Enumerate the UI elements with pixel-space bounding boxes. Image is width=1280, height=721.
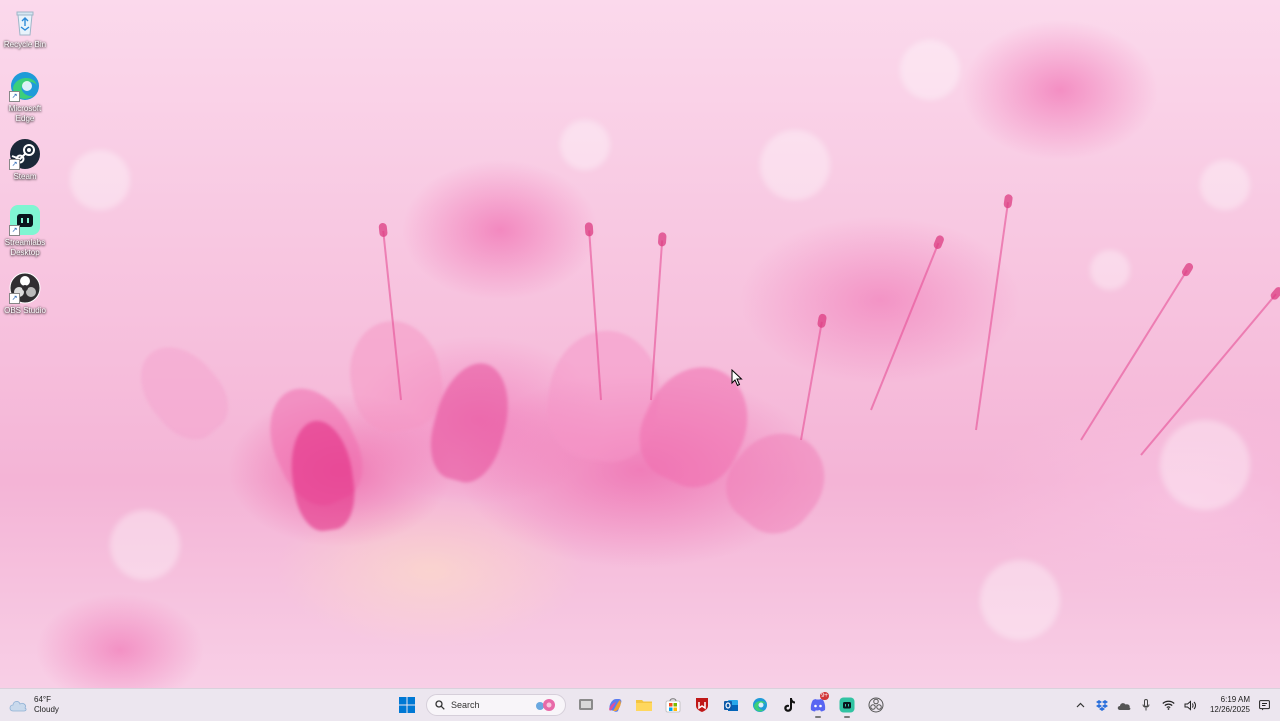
weather-temperature: 64°F <box>34 695 51 704</box>
desktop-icon-label: Recycle Bin <box>3 40 47 49</box>
obs-taskbar-button[interactable] <box>862 691 889 719</box>
taskbar: 64°F Cloudy Search 9+ 6:19 AM 12/26/2025 <box>0 688 1280 721</box>
onedrive-icon <box>1117 702 1131 710</box>
speaker-icon <box>1184 699 1196 711</box>
notification-icon <box>1258 699 1270 710</box>
outlook-icon <box>723 700 738 711</box>
wifi-tray-button[interactable] <box>1158 691 1178 719</box>
desktop-icon-recycle-bin[interactable]: Recycle Bin <box>2 6 48 50</box>
start-button[interactable] <box>393 691 420 719</box>
taskbar-center: Search 9+ <box>393 691 889 719</box>
desktop-icon-label: OBS Studio <box>4 306 46 315</box>
dropbox-icon <box>1096 699 1108 711</box>
streamlabs-taskbar-button[interactable] <box>833 691 860 719</box>
desktop-icon-streamlabs[interactable]: ↗ Streamlabs Desktop <box>2 204 48 258</box>
task-view-button[interactable] <box>572 691 599 719</box>
microphone-icon <box>1142 699 1150 711</box>
microsoft-store-button[interactable] <box>659 691 686 719</box>
desktop-icon-edge[interactable]: ↗ Microsoft Edge <box>2 70 48 124</box>
folder-icon <box>635 700 652 711</box>
discord-notification-badge: 9+ <box>820 692 829 700</box>
search-placeholder: Search <box>451 700 480 710</box>
volume-tray-button[interactable] <box>1180 691 1200 719</box>
file-explorer-button[interactable] <box>630 691 657 719</box>
mouse-cursor-icon <box>731 369 743 387</box>
microphone-tray-button[interactable] <box>1136 691 1156 719</box>
clock-time: 6:19 AM <box>1220 695 1250 704</box>
taskbar-clock[interactable]: 6:19 AM 12/26/2025 <box>1202 695 1250 715</box>
running-indicator <box>843 716 850 718</box>
desktop-wallpaper <box>0 0 1280 688</box>
mcafee-icon <box>695 698 708 712</box>
streamlabs-icon <box>839 697 854 713</box>
desktop-icon-steam[interactable]: ↗ Steam <box>2 138 48 182</box>
running-indicator <box>814 716 821 718</box>
obs-icon: ↗ <box>9 272 41 304</box>
recycle-bin-icon <box>9 6 41 38</box>
desktop-icon-label: Streamlabs Desktop <box>4 238 46 257</box>
weather-condition: Cloudy <box>34 705 59 714</box>
show-hidden-icons-button[interactable] <box>1070 691 1090 719</box>
onedrive-tray-button[interactable] <box>1114 691 1134 719</box>
mcafee-button[interactable] <box>688 691 715 719</box>
desktop-icon-obs[interactable]: ↗ OBS Studio <box>2 272 48 316</box>
notification-center-button[interactable] <box>1254 691 1274 719</box>
weather-widget[interactable]: 64°F Cloudy <box>8 693 59 717</box>
outlook-button[interactable] <box>717 691 744 719</box>
tiktok-button[interactable] <box>775 691 802 719</box>
system-tray: 6:19 AM 12/26/2025 <box>1070 691 1274 719</box>
obs-icon <box>868 697 883 713</box>
streamlabs-icon: ↗ <box>9 204 41 236</box>
chevron-up-icon <box>1076 702 1084 708</box>
search-icon <box>435 700 445 710</box>
discord-icon <box>810 699 825 712</box>
edge-icon: ↗ <box>9 70 41 102</box>
wifi-icon <box>1161 700 1175 710</box>
copilot-button[interactable] <box>601 691 628 719</box>
dropbox-tray-button[interactable] <box>1092 691 1112 719</box>
taskbar-search-box[interactable]: Search <box>426 694 566 716</box>
search-highlight-icon <box>536 699 555 711</box>
edge-taskbar-button[interactable] <box>746 691 773 719</box>
windows-start-icon <box>398 697 415 713</box>
store-icon <box>665 698 680 713</box>
task-view-icon <box>578 699 593 710</box>
discord-button[interactable]: 9+ <box>804 691 831 719</box>
desktop-icon-label: Steam <box>13 172 37 181</box>
clock-date: 12/26/2025 <box>1209 705 1250 714</box>
desktop-icon-label: Microsoft Edge <box>8 104 42 123</box>
steam-icon: ↗ <box>9 138 41 170</box>
edge-icon <box>752 698 767 712</box>
tiktok-icon <box>783 698 795 712</box>
copilot-icon <box>608 699 621 712</box>
cloud-icon <box>9 701 27 712</box>
